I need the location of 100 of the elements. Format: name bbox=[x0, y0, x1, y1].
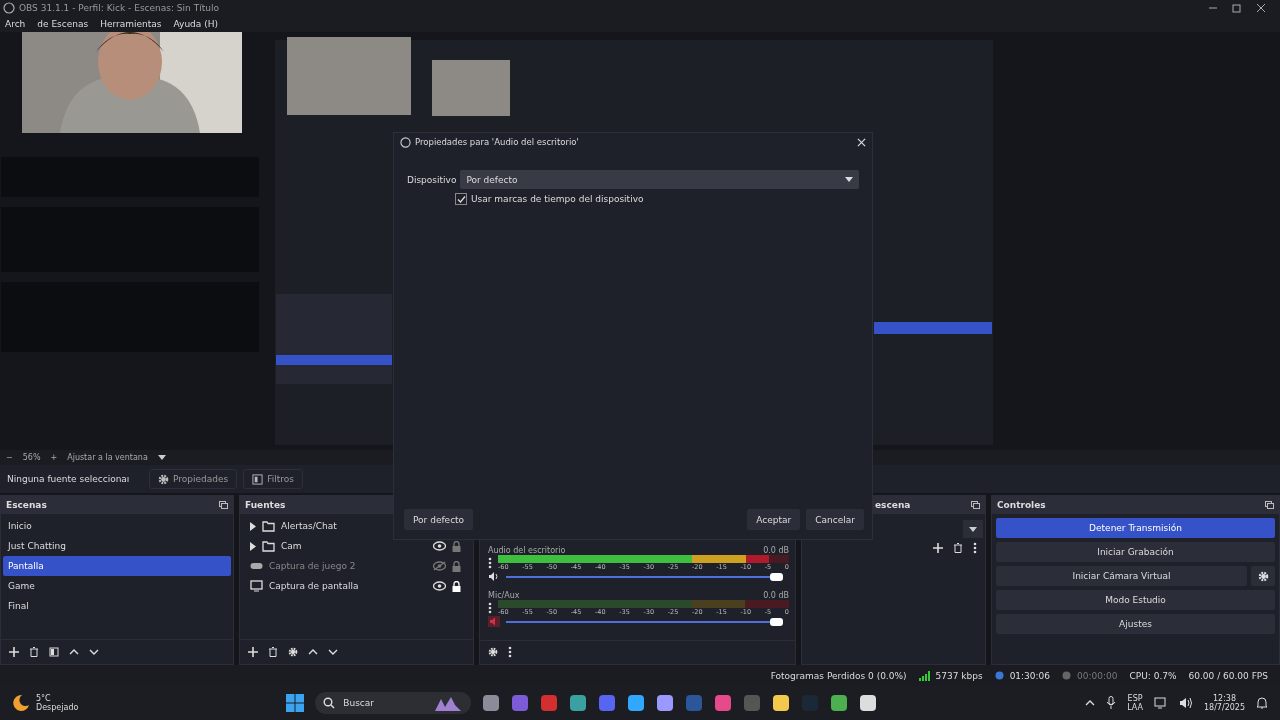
source-item[interactable]: Captura de pantalla bbox=[269, 581, 359, 591]
gear-icon bbox=[1257, 570, 1269, 582]
add-icon[interactable] bbox=[248, 647, 258, 657]
more-icon[interactable] bbox=[973, 542, 977, 554]
chevron-up-icon[interactable] bbox=[1085, 699, 1096, 707]
keyboard-layout[interactable]: LAA bbox=[1127, 703, 1143, 712]
obs-logo-icon bbox=[3, 2, 15, 14]
scene-item[interactable]: Pantalla bbox=[3, 556, 231, 576]
volume-slider[interactable] bbox=[506, 572, 783, 581]
taskbar-app-icon[interactable] bbox=[772, 694, 791, 712]
taskbar-app-icon[interactable] bbox=[569, 694, 588, 712]
bell-icon[interactable] bbox=[1256, 696, 1268, 710]
gear-icon bbox=[158, 473, 169, 485]
more-icon[interactable] bbox=[508, 646, 512, 659]
taskbar-app-icon[interactable] bbox=[859, 694, 878, 712]
control-button[interactable]: Ajustes bbox=[996, 614, 1275, 634]
filter-icon bbox=[252, 473, 264, 485]
record-time: 00:00:00 bbox=[1077, 670, 1118, 681]
weather-condition: Despejado bbox=[36, 703, 79, 712]
taskbar-app-icon[interactable] bbox=[656, 694, 675, 712]
ok-button[interactable]: Aceptar bbox=[747, 509, 801, 530]
volume-icon[interactable] bbox=[1179, 697, 1193, 709]
close-icon[interactable] bbox=[1256, 3, 1266, 13]
control-button[interactable]: Modo Estudio bbox=[996, 590, 1275, 610]
speaker-icon[interactable] bbox=[488, 571, 500, 583]
selected-source-label: Ninguna fuente seleccionaı bbox=[7, 474, 131, 484]
scene-item[interactable]: Final bbox=[3, 596, 231, 616]
settings-icon[interactable] bbox=[288, 647, 298, 657]
lock-icon[interactable] bbox=[452, 580, 461, 592]
fps: 60.00 / 60.00 FPS bbox=[1188, 670, 1268, 681]
down-icon[interactable] bbox=[328, 647, 338, 657]
windows-start-icon[interactable] bbox=[286, 694, 305, 712]
source-item[interactable]: Captura de juego 2 bbox=[269, 561, 356, 571]
microphone-icon[interactable] bbox=[1106, 696, 1117, 710]
trash-icon[interactable] bbox=[29, 647, 39, 657]
taskbar-app-icon[interactable] bbox=[627, 694, 646, 712]
transition-dropdown[interactable] bbox=[963, 520, 983, 538]
channel-name: Audio del escritorio bbox=[488, 545, 566, 555]
menu-item[interactable]: de Escenas bbox=[37, 19, 89, 29]
source-toolbar-button[interactable]: Propiedades bbox=[149, 469, 238, 489]
add-icon[interactable] bbox=[9, 647, 19, 657]
taskbar-search-field[interactable]: Buscar bbox=[315, 692, 472, 714]
more-icon[interactable] bbox=[488, 601, 492, 614]
obs-logo-icon bbox=[400, 136, 411, 148]
volume-slider[interactable] bbox=[506, 617, 783, 626]
cancel-button[interactable]: Cancelar bbox=[806, 509, 864, 530]
timestamps-checkbox[interactable] bbox=[455, 193, 467, 205]
more-icon[interactable] bbox=[488, 556, 492, 569]
taskbar-app-icon[interactable] bbox=[830, 694, 849, 712]
zoom-out-button[interactable]: − bbox=[6, 453, 13, 462]
menu-item[interactable]: Ayuda (H) bbox=[173, 19, 218, 29]
menu-item[interactable]: Arch bbox=[5, 19, 26, 29]
defaults-button[interactable]: Por defecto bbox=[404, 509, 474, 530]
zoom-in-button[interactable]: + bbox=[50, 453, 58, 462]
device-dropdown[interactable]: Por defecto bbox=[460, 170, 859, 189]
source-item[interactable]: Cam bbox=[281, 541, 302, 551]
search-icon bbox=[323, 697, 336, 709]
up-icon[interactable] bbox=[308, 647, 318, 657]
dock-title: Controles bbox=[997, 500, 1046, 510]
caret-icon bbox=[969, 526, 977, 532]
zoom-level: 56% bbox=[22, 453, 41, 462]
folder-icon bbox=[262, 520, 275, 532]
settings-icon[interactable] bbox=[488, 647, 498, 658]
trash-icon[interactable] bbox=[268, 647, 278, 657]
undock-icon[interactable] bbox=[1265, 501, 1274, 509]
clock-date[interactable]: 18/7/2025 bbox=[1204, 703, 1245, 712]
scene-item[interactable]: Inicio bbox=[3, 516, 231, 536]
menu-item[interactable]: Herramientas bbox=[100, 19, 162, 29]
scene-item[interactable]: Just Chatting bbox=[3, 536, 231, 556]
up-icon[interactable] bbox=[69, 647, 79, 657]
dock-title: escena bbox=[875, 500, 911, 510]
network-icon[interactable] bbox=[1154, 697, 1168, 709]
clock-time[interactable]: 12:38 bbox=[1212, 694, 1237, 703]
scene-item[interactable]: Game bbox=[3, 576, 231, 596]
add-icon[interactable] bbox=[933, 543, 943, 553]
control-button[interactable]: Detener Transmisión bbox=[996, 518, 1275, 538]
settings-button[interactable] bbox=[1251, 566, 1275, 586]
taskbar-app-icon[interactable] bbox=[482, 694, 501, 712]
checkbox-label: Usar marcas de tiempo del dispositivo bbox=[471, 194, 644, 204]
undock-icon[interactable] bbox=[971, 501, 980, 509]
source-item[interactable]: Alertas/Chat bbox=[281, 521, 337, 531]
window-title: OBS 31.1.1 - Perfil: Kick - Escenas: Sin Título bbox=[19, 3, 219, 13]
channel-level-reading: 0.0 dB bbox=[763, 545, 789, 555]
monitor-icon bbox=[250, 580, 263, 592]
stream-time: 01:30:06 bbox=[1009, 670, 1051, 681]
dialog-title: Propiedades para 'Audio del escritorio' bbox=[415, 137, 579, 147]
undock-icon[interactable] bbox=[219, 501, 228, 509]
input-language[interactable]: ESP bbox=[1127, 694, 1143, 703]
control-button[interactable]: Iniciar Grabación bbox=[996, 542, 1275, 562]
control-button[interactable]: Iniciar Cámara Virtual bbox=[996, 566, 1247, 586]
caret-icon[interactable] bbox=[157, 454, 166, 461]
fit-window-option[interactable]: Ajustar a la ventana bbox=[67, 453, 148, 462]
restore-icon[interactable] bbox=[1232, 3, 1242, 13]
down-icon[interactable] bbox=[89, 647, 99, 657]
device-label: Dispositivo bbox=[407, 174, 457, 185]
dropped-frames: Fotogramas Perdidos 0 (0.0%) bbox=[770, 670, 907, 681]
filter-icon[interactable] bbox=[49, 647, 59, 657]
trash-icon[interactable] bbox=[953, 543, 963, 553]
cpu-usage: CPU: 0.7% bbox=[1129, 670, 1177, 681]
source-toolbar-button[interactable]: Filtros bbox=[243, 469, 303, 489]
